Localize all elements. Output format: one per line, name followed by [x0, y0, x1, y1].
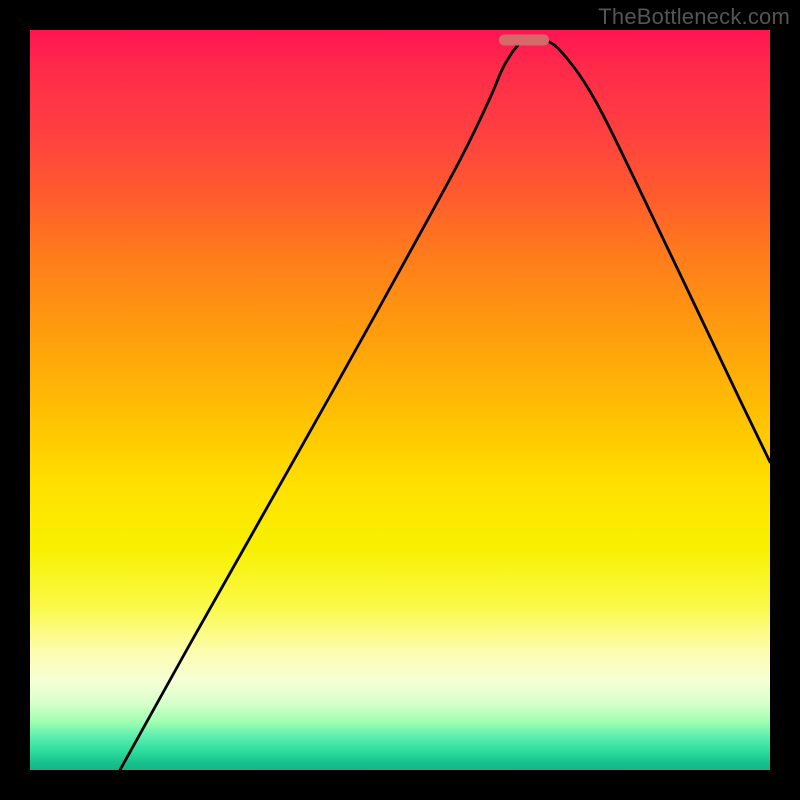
chart-svg	[30, 30, 770, 770]
watermark-text: TheBottleneck.com	[598, 4, 790, 30]
minimum-marker	[499, 35, 549, 46]
bottleneck-chart	[30, 30, 770, 770]
bottleneck-curve	[120, 37, 770, 770]
